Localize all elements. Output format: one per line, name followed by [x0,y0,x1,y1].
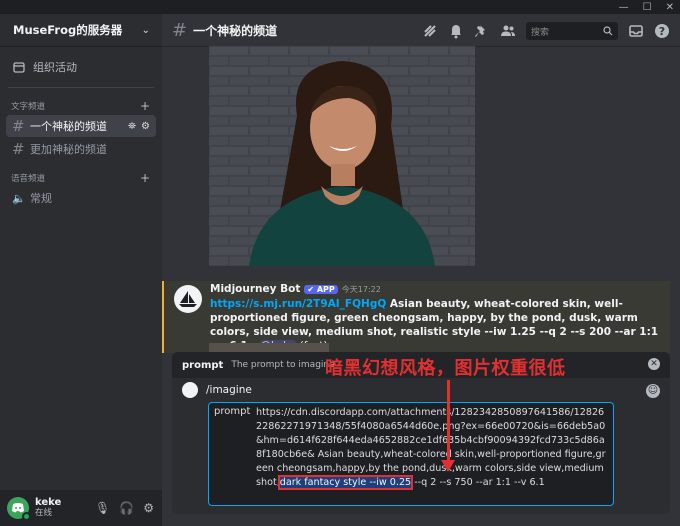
divider [8,87,154,88]
channel-label: 常规 [30,192,52,205]
user-status: 在线 [35,507,53,518]
headphones-icon[interactable]: 🎧 [119,501,134,515]
bot-avatar [182,382,198,398]
gear-icon[interactable]: ⚙ [143,501,154,515]
channel-sidebar: MuseFrog的服务器 ⌄ 组织活动 文字频道 + # 一个神秘的频道 ⛯ ⚙… [0,14,162,526]
sailboat-icon [179,291,197,307]
annotation-text: 暗黑幻想风格，图片权重很低 [325,358,566,379]
user-info[interactable]: keke 在线 [35,498,61,517]
help-icon[interactable]: ? [654,23,670,39]
annotation-arrow [447,380,450,464]
search-placeholder: 搜索 [531,27,550,38]
members-icon[interactable] [500,23,516,39]
attached-image[interactable] [209,46,475,266]
status-dot [22,512,31,521]
gear-icon[interactable]: ⚙ [141,121,150,132]
microphone-icon[interactable]: 🎙 [95,501,110,515]
category-label: 文字频道 [11,102,46,112]
minimize-icon[interactable]: — [619,2,629,13]
search-icon [603,26,613,36]
channel-label: 更加神秘的频道 [30,143,107,156]
window-controls: — ☐ ✕ [619,0,674,14]
command-name: /imagine [206,384,252,396]
channel-tools: ⛯ ⚙ [128,121,150,132]
maximize-icon[interactable]: ☐ [643,2,652,13]
message-link[interactable]: https://s.mj.run/2T9AI_FQHgQ [210,298,386,310]
threads-icon[interactable] [422,23,438,39]
channel-header: # 一个神秘的频道 搜索 ? [162,14,680,47]
emoji-icon[interactable]: ☺ [646,384,660,398]
channel-item-more-mysterious[interactable]: # 更加神秘的频道 [6,138,156,160]
portrait-illustration [209,46,475,266]
pin-icon[interactable] [474,23,490,39]
bell-icon[interactable] [448,23,464,39]
channel-title: 一个神秘的频道 [193,23,278,38]
add-channel-icon[interactable]: + [140,99,150,113]
app-badge: ✔ APP [304,284,338,294]
channel-label: 一个神秘的频道 [30,120,107,133]
prompt-text-end: --q 2 --s 750 --ar 1:1 --v 6.1 [411,477,545,488]
hash-icon: # [12,140,25,158]
option-label: prompt [214,406,251,417]
close-icon[interactable]: ✕ [666,2,674,13]
events-label: 组织活动 [33,61,77,74]
discord-logo-icon [12,503,24,513]
inbox-icon[interactable] [628,23,644,39]
channel-item-mysterious[interactable]: # 一个神秘的频道 ⛯ ⚙ [6,115,156,137]
message-author-row: Midjourney Bot ✔ APP 今天17:22 [210,283,662,295]
header-toolbar: 搜索 ? [422,22,670,40]
voice-channel-general[interactable]: 🔈 常规 [6,187,156,209]
search-input[interactable]: 搜索 [526,22,618,40]
svg-text:?: ? [659,25,665,38]
prompt-text[interactable]: https://cdn.discordapp.com/attachments/1… [256,406,608,490]
events-item[interactable]: 组织活动 [0,53,162,81]
command-row: /imagine [182,382,252,398]
option-description: The prompt to imagine [231,360,335,370]
annotation-arrowhead [441,460,455,472]
option-name: prompt [182,359,224,371]
prompt-input[interactable]: prompt https://cdn.discordapp.com/attach… [208,402,614,506]
category-text-channels[interactable]: 文字频道 + [0,98,162,114]
add-channel-icon[interactable]: + [140,171,150,185]
chevron-down-icon[interactable]: ⌄ [142,25,150,36]
server-name: MuseFrog的服务器 [13,23,123,37]
speaker-icon: 🔈 [12,191,26,205]
category-voice-channels[interactable]: 语音频道 + [0,170,162,186]
avatar[interactable] [174,285,202,313]
window-titlebar: — ☐ ✕ [0,0,680,14]
prompt-text-start: https://cdn.discordapp.com/attachments/1… [256,407,606,488]
server-header[interactable]: MuseFrog的服务器 ⌄ [0,14,162,47]
add-member-icon[interactable]: ⛯ [128,121,136,132]
user-controls: 🎙 🎧 ⚙ [95,501,154,515]
category-label: 语音频道 [11,174,46,184]
hash-icon: # [12,117,25,135]
hash-icon: # [172,19,188,41]
close-icon[interactable]: ✕ [648,358,660,370]
avatar[interactable] [7,497,31,521]
author-name[interactable]: Midjourney Bot [210,283,300,295]
user-panel: keke 在线 🎙 🎧 ⚙ [0,490,162,526]
calendar-icon [13,62,25,73]
timestamp: 今天17:22 [341,284,381,294]
prompt-highlight: dark fantacy style --iw 0.25 [277,475,414,490]
